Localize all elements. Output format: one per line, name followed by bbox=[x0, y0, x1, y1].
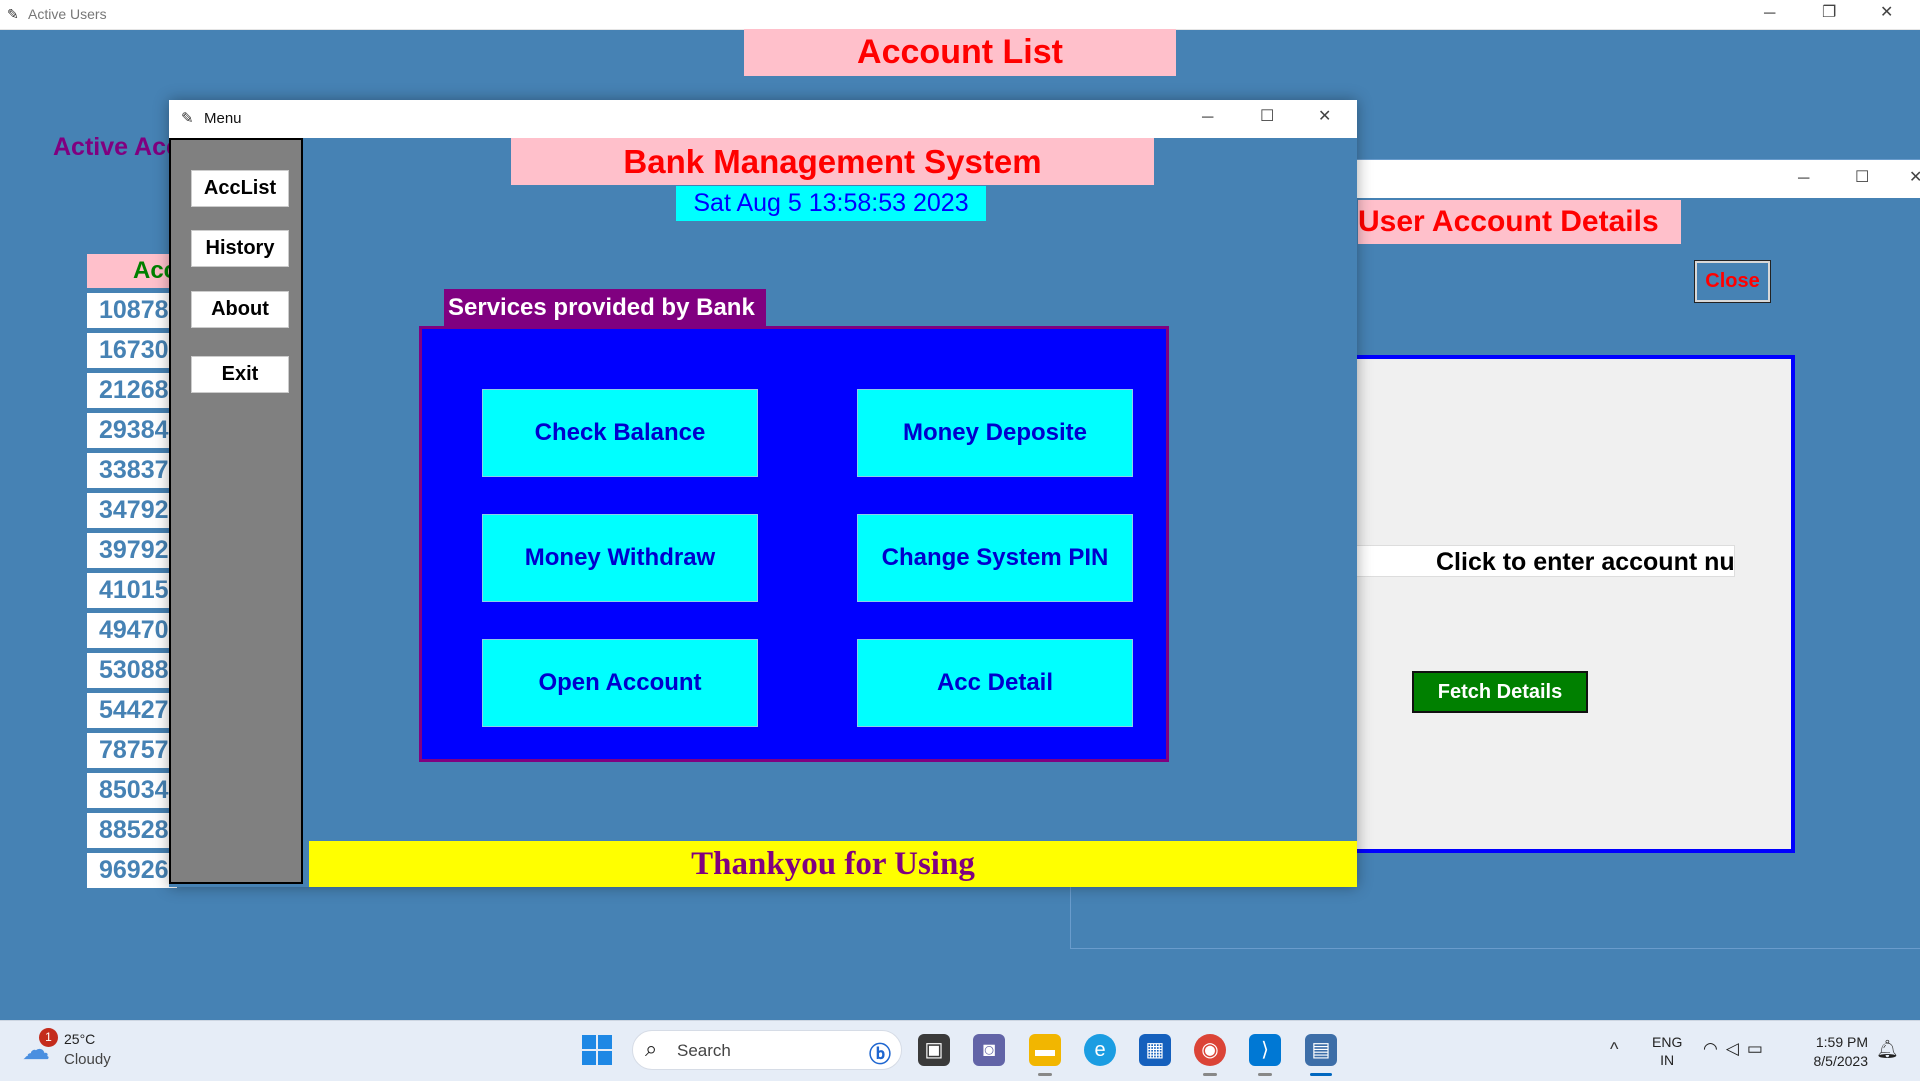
edge-browser-icon[interactable]: e bbox=[1084, 1034, 1116, 1066]
close-button[interactable]: Close bbox=[1694, 260, 1771, 303]
running-indicator bbox=[1258, 1073, 1272, 1076]
region-code: IN bbox=[1660, 1052, 1675, 1068]
minimize-icon[interactable]: ─ bbox=[1202, 110, 1213, 126]
minimize-icon[interactable]: ─ bbox=[1798, 171, 1809, 187]
account-number-input[interactable]: Click to enter account number bbox=[1335, 545, 1735, 577]
language-indicator[interactable]: ENG IN bbox=[1652, 1033, 1682, 1069]
account-row[interactable]: 54427 bbox=[87, 693, 177, 728]
notification-badge: 1 bbox=[39, 1028, 58, 1047]
notification-bell-icon[interactable]: 🔔︎ bbox=[1876, 1039, 1899, 1060]
close-icon[interactable]: ✕ bbox=[1318, 109, 1331, 125]
windows-start-icon[interactable] bbox=[582, 1035, 614, 1067]
active-accounts-label: Active Acc bbox=[53, 133, 180, 161]
teams-chat-icon[interactable]: ◙ bbox=[973, 1034, 1005, 1066]
feather-icon: ✎ bbox=[7, 6, 19, 22]
page-title: Bank Management System bbox=[511, 138, 1154, 185]
maximize-icon[interactable]: ☐ bbox=[1855, 170, 1869, 186]
wifi-icon[interactable]: ◠ bbox=[1703, 1039, 1726, 1058]
account-list-heading: Account List bbox=[744, 29, 1176, 76]
account-row[interactable]: 96926 bbox=[87, 853, 177, 888]
change-system-pin-button[interactable]: Change System PIN bbox=[857, 514, 1133, 602]
account-details-panel bbox=[1325, 355, 1795, 853]
restore-icon[interactable]: ❐ bbox=[1822, 5, 1836, 21]
money-withdraw-button[interactable]: Money Withdraw bbox=[482, 514, 758, 602]
account-row[interactable]: 53088 bbox=[87, 653, 177, 688]
acc-detail-button[interactable]: Acc Detail bbox=[857, 639, 1133, 727]
close-icon[interactable]: ✕ bbox=[1909, 170, 1920, 186]
account-row[interactable]: 16730 bbox=[87, 333, 177, 368]
services-label: Services provided by Bank bbox=[444, 289, 766, 326]
account-row[interactable]: 41015 bbox=[87, 573, 177, 608]
task-view-icon[interactable]: ▣ bbox=[918, 1034, 950, 1066]
active-users-titlebar: ✎ Active Users ─ ❐ ✕ bbox=[0, 0, 1920, 30]
volume-icon[interactable]: ◁ bbox=[1726, 1039, 1747, 1058]
minimize-icon[interactable]: ─ bbox=[1764, 6, 1775, 22]
clock-time: 1:59 PM bbox=[1815, 1034, 1868, 1050]
python-app-icon[interactable]: ▤ bbox=[1305, 1034, 1337, 1066]
account-row[interactable]: 78757 bbox=[87, 733, 177, 768]
system-tray-icons[interactable]: ◠◁▭ bbox=[1703, 1039, 1771, 1059]
fetch-details-button[interactable]: Fetch Details bbox=[1412, 671, 1588, 713]
footer-bar: Thankyou for Using bbox=[309, 841, 1357, 887]
close-icon[interactable]: ✕ bbox=[1880, 5, 1893, 21]
weather-condition[interactable]: Cloudy bbox=[64, 1051, 111, 1068]
services-panel: Check Balance Money Deposite Money Withd… bbox=[419, 326, 1169, 762]
open-account-button[interactable]: Open Account bbox=[482, 639, 758, 727]
maximize-icon[interactable]: ☐ bbox=[1260, 109, 1274, 125]
menu-window-title: Menu bbox=[204, 110, 242, 127]
account-row[interactable]: 29384 bbox=[87, 413, 177, 448]
chevron-up-icon[interactable]: ^ bbox=[1610, 1039, 1618, 1060]
bing-icon[interactable]: ⓑ bbox=[869, 1037, 891, 1069]
account-row[interactable]: 88528 bbox=[87, 813, 177, 848]
money-deposite-button[interactable]: Money Deposite bbox=[857, 389, 1133, 477]
check-balance-button[interactable]: Check Balance bbox=[482, 389, 758, 477]
running-indicator bbox=[1203, 1073, 1217, 1076]
chrome-icon[interactable]: ◉ bbox=[1194, 1034, 1226, 1066]
menu-window: ✎ Menu ─ ☐ ✕ AccList History About Exit … bbox=[169, 100, 1357, 887]
clock-date: 8/5/2023 bbox=[1813, 1053, 1869, 1069]
exit-button[interactable]: Exit bbox=[191, 356, 289, 393]
taskbar: ☁ 1 25°C Cloudy ⌕ Search ⓑ ▣ ◙ ▬ e ▦ ◉ ⟩… bbox=[0, 1020, 1920, 1081]
search-placeholder: Search bbox=[677, 1041, 731, 1060]
sidebar: AccList History About Exit bbox=[169, 138, 303, 884]
active-app-indicator bbox=[1310, 1073, 1332, 1076]
account-row[interactable]: 39792 bbox=[87, 533, 177, 568]
account-row[interactable]: 21268 bbox=[87, 373, 177, 408]
datetime-label: Sat Aug 5 13:58:53 2023 bbox=[676, 186, 986, 221]
language-code: ENG bbox=[1652, 1034, 1683, 1050]
clock[interactable]: 1:59 PM 8/5/2023 bbox=[1796, 1033, 1869, 1071]
user-account-details-heading: User Account Details bbox=[1358, 200, 1681, 244]
account-row[interactable]: 34792 bbox=[87, 493, 177, 528]
menu-titlebar: ✎ Menu ─ ☐ ✕ bbox=[169, 100, 1357, 138]
accounts-table: Acc 10878 16730 21268 29384 33837 34792 … bbox=[87, 254, 177, 888]
file-explorer-icon[interactable]: ▬ bbox=[1029, 1034, 1061, 1066]
account-row[interactable]: 85034 bbox=[87, 773, 177, 808]
active-users-title: Active Users bbox=[28, 6, 107, 22]
battery-icon[interactable]: ▭ bbox=[1747, 1039, 1771, 1058]
vscode-icon[interactable]: ⟩ bbox=[1249, 1034, 1281, 1066]
acclist-button[interactable]: AccList bbox=[191, 170, 289, 207]
microsoft-store-icon[interactable]: ▦ bbox=[1139, 1034, 1171, 1066]
taskbar-search[interactable]: ⌕ Search ⓑ bbox=[632, 1030, 902, 1070]
search-icon: ⌕ bbox=[645, 1036, 658, 1061]
weather-temperature[interactable]: 25°C bbox=[64, 1031, 95, 1047]
feather-icon: ✎ bbox=[181, 110, 194, 127]
about-button[interactable]: About bbox=[191, 291, 289, 328]
account-row[interactable]: 10878 bbox=[87, 293, 177, 328]
accounts-table-header: Acc bbox=[87, 254, 177, 288]
history-button[interactable]: History bbox=[191, 230, 289, 267]
account-row[interactable]: 49470 bbox=[87, 613, 177, 648]
running-indicator bbox=[1038, 1073, 1052, 1076]
account-row[interactable]: 33837 bbox=[87, 453, 177, 488]
